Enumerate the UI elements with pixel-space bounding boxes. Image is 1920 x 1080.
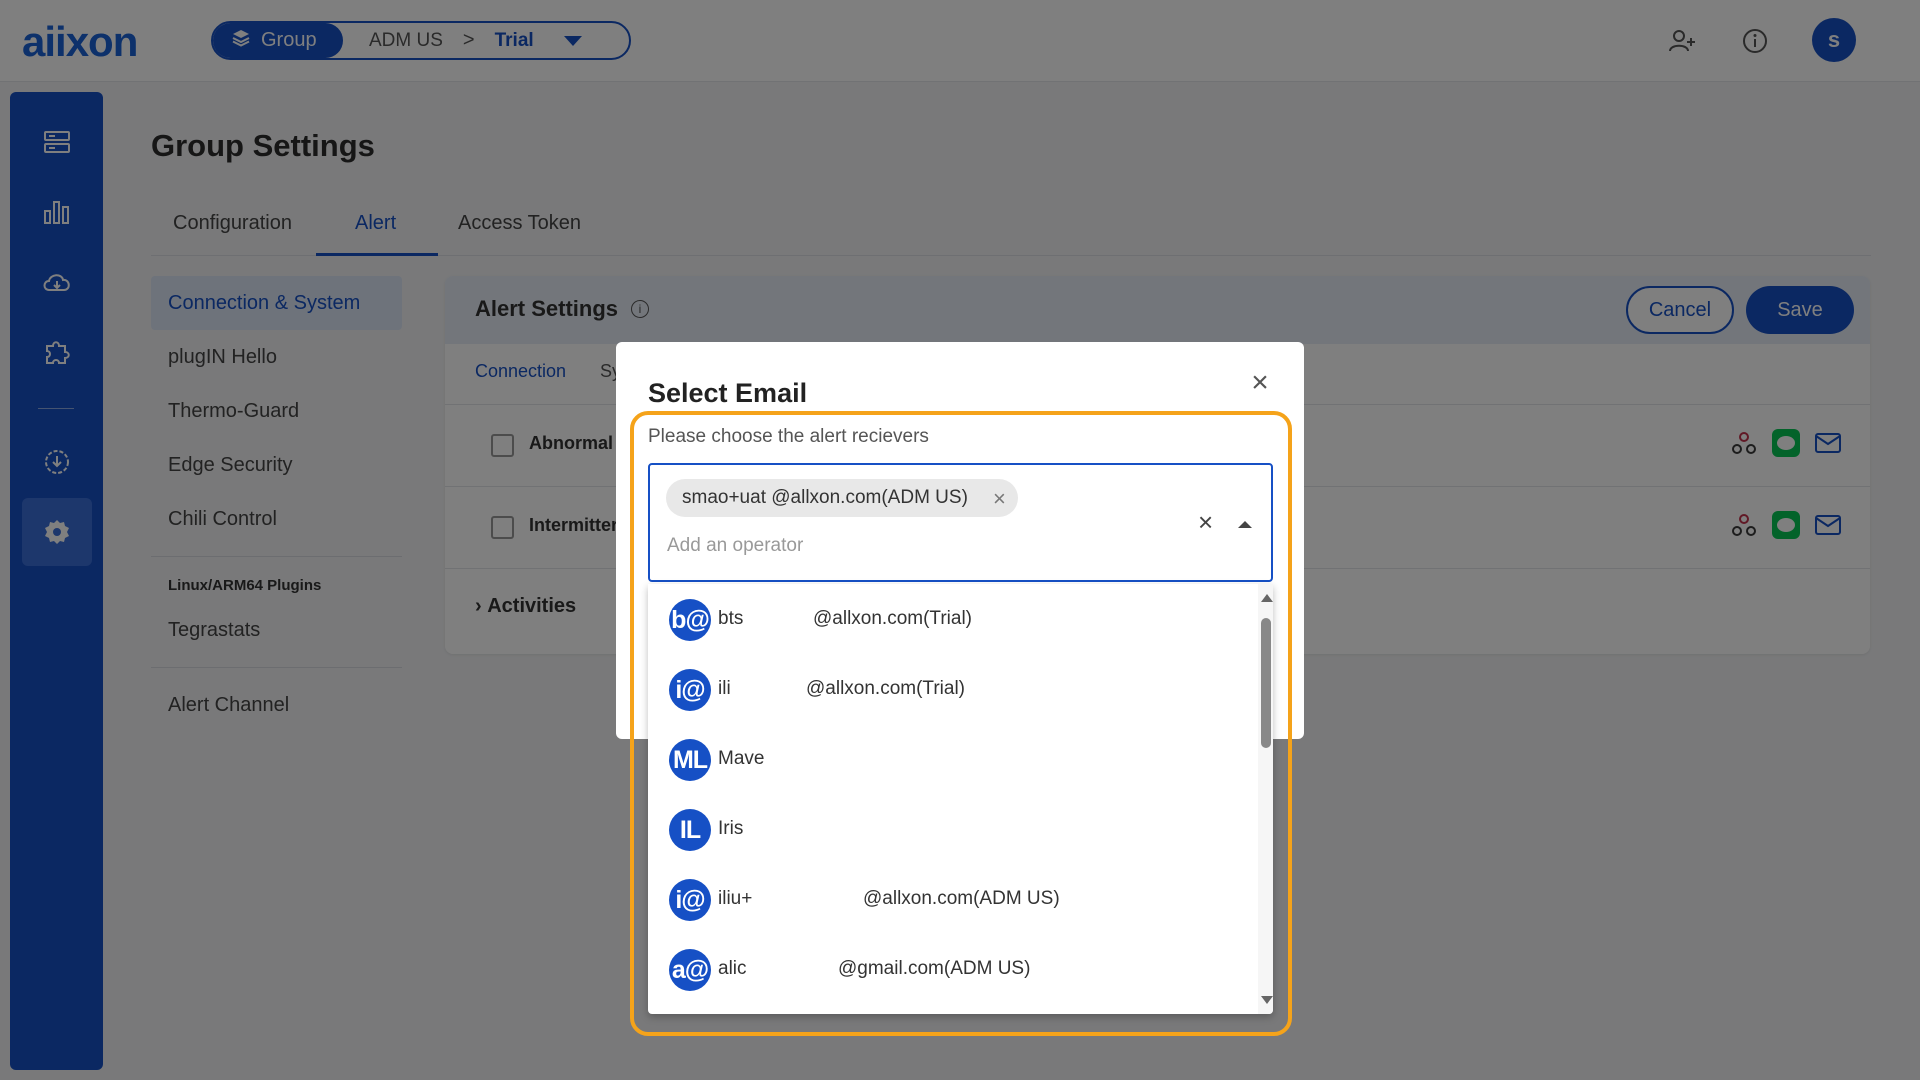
- option-avatar: IL: [669, 809, 711, 851]
- clear-icon[interactable]: ×: [1198, 507, 1213, 538]
- dialog-title: Select Email: [648, 378, 808, 408]
- list-item[interactable]: i@ ili @allxon.com(Trial): [648, 654, 1258, 724]
- list-item[interactable]: b@ bts @allxon.com(Trial): [648, 584, 1258, 654]
- option-email: @gmail.com(ADM US): [838, 958, 1031, 979]
- list-item[interactable]: a@ alic @gmail.com(ADM US): [648, 934, 1258, 1004]
- option-avatar: i@: [669, 669, 711, 711]
- option-name: Mave: [718, 748, 765, 769]
- close-icon[interactable]: ×: [1246, 368, 1274, 398]
- chip-label: smao+uat @allxon.com(ADM US): [682, 487, 968, 508]
- scrollbar-thumb[interactable]: [1261, 618, 1271, 748]
- chip-remove-icon[interactable]: ×: [993, 486, 1006, 512]
- operator-input-placeholder[interactable]: Add an operator: [667, 535, 803, 557]
- caret-up-icon[interactable]: [1238, 521, 1252, 528]
- option-email: @allxon.com(Trial): [806, 678, 965, 699]
- list-item[interactable]: i@ iliu+ @allxon.com(ADM US): [648, 864, 1258, 934]
- option-email: @allxon.com(ADM US): [863, 888, 1060, 909]
- list-item[interactable]: ML Mave: [648, 724, 1258, 794]
- email-options-list: b@ bts @allxon.com(Trial) i@ ili @allxon…: [648, 584, 1273, 1014]
- option-name: ili: [718, 678, 731, 699]
- option-name: bts: [718, 608, 744, 629]
- option-name: Iris: [718, 818, 744, 839]
- scroll-up-icon[interactable]: [1261, 594, 1273, 602]
- email-select-input[interactable]: smao+uat @allxon.com(ADM US) × Add an op…: [648, 463, 1273, 582]
- list-item[interactable]: IL Iris: [648, 794, 1258, 864]
- selected-email-chip: smao+uat @allxon.com(ADM US) ×: [666, 479, 1018, 517]
- option-avatar: b@: [669, 599, 711, 641]
- scrollbar[interactable]: [1258, 584, 1273, 1014]
- scroll-down-icon[interactable]: [1261, 996, 1273, 1004]
- dialog-subtitle: Please choose the alert recievers: [648, 426, 929, 447]
- option-email: @allxon.com(Trial): [813, 608, 972, 629]
- option-avatar: a@: [669, 949, 711, 991]
- option-avatar: ML: [669, 739, 711, 781]
- option-name: alic: [718, 958, 747, 979]
- option-avatar: i@: [669, 879, 711, 921]
- option-name: iliu+: [718, 888, 753, 909]
